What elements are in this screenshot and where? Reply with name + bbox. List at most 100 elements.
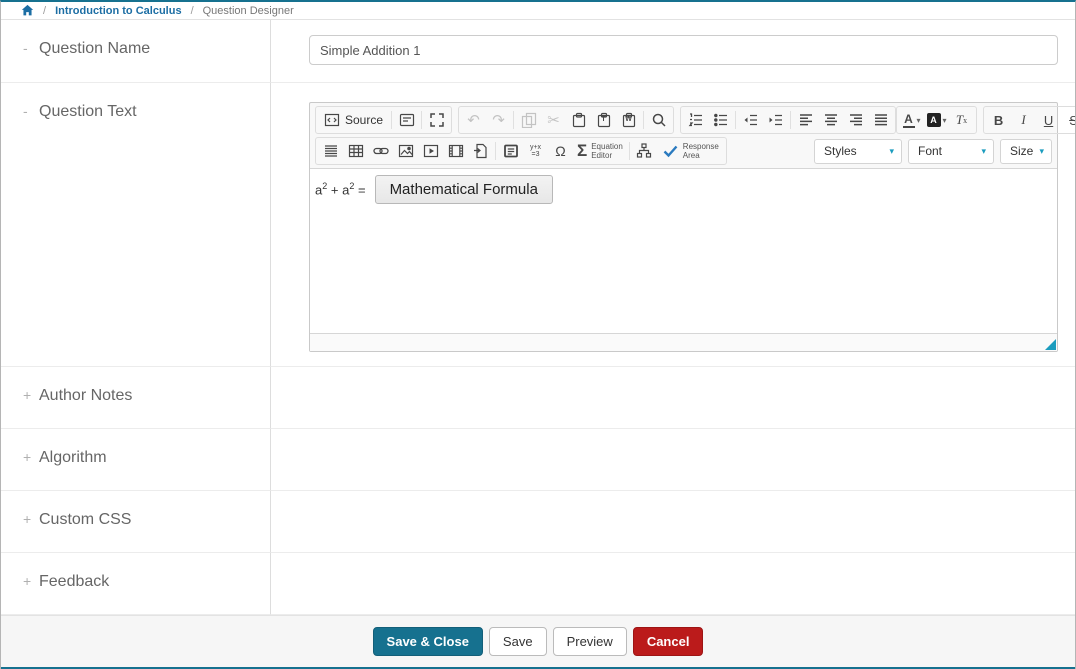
- expand-icon[interactable]: +: [23, 387, 39, 403]
- bold-button[interactable]: B: [986, 108, 1011, 132]
- source-button[interactable]: Source: [318, 108, 389, 132]
- underline-button[interactable]: U: [1036, 108, 1061, 132]
- html-block-button[interactable]: [498, 139, 523, 163]
- formula-text: a2 + a2 =: [315, 181, 366, 197]
- justify-button[interactable]: [868, 108, 893, 132]
- save-button[interactable]: Save: [489, 627, 547, 656]
- text-color-button[interactable]: A ▾: [899, 108, 924, 132]
- resize-handle[interactable]: [1045, 339, 1056, 350]
- section-header-question-text[interactable]: - Question Text: [1, 83, 271, 367]
- paste-icon: [571, 112, 587, 128]
- toolbar-group-paragraph: [680, 106, 896, 134]
- response-area-button[interactable]: Response Area: [657, 139, 724, 163]
- collapse-icon[interactable]: -: [23, 40, 39, 56]
- save-close-button[interactable]: Save & Close: [373, 627, 483, 656]
- toolbar-group-document: Source: [315, 106, 452, 134]
- copy-button[interactable]: [516, 108, 541, 132]
- breadcrumb-link-course[interactable]: Introduction to Calculus: [55, 5, 182, 17]
- toolbar-group-insert: y+x =3 Ω Σ Equation Editor: [315, 137, 727, 165]
- source-button-label: Source: [345, 113, 383, 127]
- align-center-button[interactable]: [818, 108, 843, 132]
- expand-icon[interactable]: +: [23, 449, 39, 465]
- expand-icon[interactable]: +: [23, 511, 39, 527]
- toolbar-group-colors: A ▾ A ▾ Tx: [896, 106, 977, 134]
- image-icon: [398, 143, 414, 159]
- outdent-button[interactable]: [738, 108, 763, 132]
- algorithmic-variable-button[interactable]: [632, 139, 657, 163]
- special-char-button[interactable]: Ω: [548, 139, 573, 163]
- font-dropdown-label: Font: [918, 144, 942, 158]
- copy-icon: [521, 112, 537, 128]
- paste-word-button[interactable]: W: [616, 108, 641, 132]
- link-button[interactable]: [368, 139, 393, 163]
- section-body-algorithm: [271, 429, 1075, 491]
- expand-icon[interactable]: +: [23, 573, 39, 589]
- question-text-line: a2 + a2 = Mathematical Formula: [315, 175, 1052, 204]
- section-header-feedback[interactable]: + Feedback: [1, 553, 271, 615]
- bulleted-list-icon: [713, 112, 729, 128]
- cut-button[interactable]: ✂: [541, 108, 566, 132]
- preview-button[interactable]: Preview: [553, 627, 627, 656]
- section-header-author-notes[interactable]: + Author Notes: [1, 367, 271, 429]
- toolbar-separator: [495, 142, 496, 160]
- align-left-button[interactable]: [793, 108, 818, 132]
- home-icon[interactable]: [21, 4, 34, 17]
- justify-icon: [873, 112, 889, 128]
- maximize-icon: [429, 112, 445, 128]
- size-dropdown-label: Size: [1010, 144, 1033, 158]
- cancel-button[interactable]: Cancel: [633, 627, 704, 656]
- checkmark-icon: [662, 143, 679, 159]
- strikethrough-button[interactable]: S: [1061, 108, 1076, 132]
- math-formula-widget[interactable]: Mathematical Formula: [375, 175, 553, 204]
- remove-format-button[interactable]: Tx: [949, 108, 974, 132]
- redo-button[interactable]: ↷: [486, 108, 511, 132]
- styles-dropdown[interactable]: Styles ▾: [814, 139, 902, 164]
- flash-button[interactable]: [418, 139, 443, 163]
- rich-text-editor: Source ↶: [309, 102, 1058, 352]
- media-button[interactable]: [443, 139, 468, 163]
- horizontal-rule-button[interactable]: [318, 139, 343, 163]
- insert-file-button[interactable]: [468, 139, 493, 163]
- equation-editor-button[interactable]: Σ Equation Editor: [573, 139, 627, 163]
- paste-button[interactable]: [566, 108, 591, 132]
- table-button[interactable]: [343, 139, 368, 163]
- math-entry-icon: y+x =3: [530, 144, 541, 158]
- italic-button[interactable]: I: [1011, 108, 1036, 132]
- find-button[interactable]: [646, 108, 671, 132]
- bulleted-list-button[interactable]: [708, 108, 733, 132]
- action-bar: Save & Close Save Preview Cancel: [1, 615, 1075, 667]
- bg-color-button[interactable]: A ▾: [924, 108, 949, 132]
- undo-button[interactable]: ↶: [461, 108, 486, 132]
- horizontal-rule-icon: [323, 143, 339, 159]
- section-header-question-name[interactable]: - Question Name: [1, 20, 271, 83]
- question-name-input[interactable]: [309, 35, 1058, 65]
- image-button[interactable]: [393, 139, 418, 163]
- chevron-down-icon: ▾: [889, 146, 894, 157]
- font-dropdown[interactable]: Font ▾: [908, 139, 994, 164]
- numbered-list-button[interactable]: [683, 108, 708, 132]
- section-header-algorithm[interactable]: + Algorithm: [1, 429, 271, 491]
- section-label: Algorithm: [39, 449, 107, 467]
- section-label: Custom CSS: [39, 511, 131, 529]
- indent-button[interactable]: [763, 108, 788, 132]
- templates-button[interactable]: [394, 108, 419, 132]
- math-entry-button[interactable]: y+x =3: [523, 139, 548, 163]
- flash-icon: [423, 143, 439, 159]
- bg-color-icon: A: [927, 113, 941, 127]
- section-header-custom-css[interactable]: + Custom CSS: [1, 491, 271, 553]
- editor-content[interactable]: a2 + a2 = Mathematical Formula: [310, 168, 1057, 334]
- table-icon: [348, 143, 364, 159]
- search-icon: [651, 112, 667, 128]
- paste-text-button[interactable]: T: [591, 108, 616, 132]
- toolbar-group-basicstyles: B I U S x2 x2: [983, 106, 1076, 134]
- align-right-button[interactable]: [843, 108, 868, 132]
- templates-icon: [399, 112, 415, 128]
- toolbar-separator: [629, 142, 630, 160]
- media-icon: [448, 143, 464, 159]
- maximize-button[interactable]: [424, 108, 449, 132]
- size-dropdown[interactable]: Size ▾: [1000, 139, 1052, 164]
- collapse-icon[interactable]: -: [23, 103, 39, 119]
- toolbar-separator: [735, 111, 736, 129]
- chevron-down-icon: ▾: [1039, 146, 1044, 157]
- section-body-author-notes: [271, 367, 1075, 429]
